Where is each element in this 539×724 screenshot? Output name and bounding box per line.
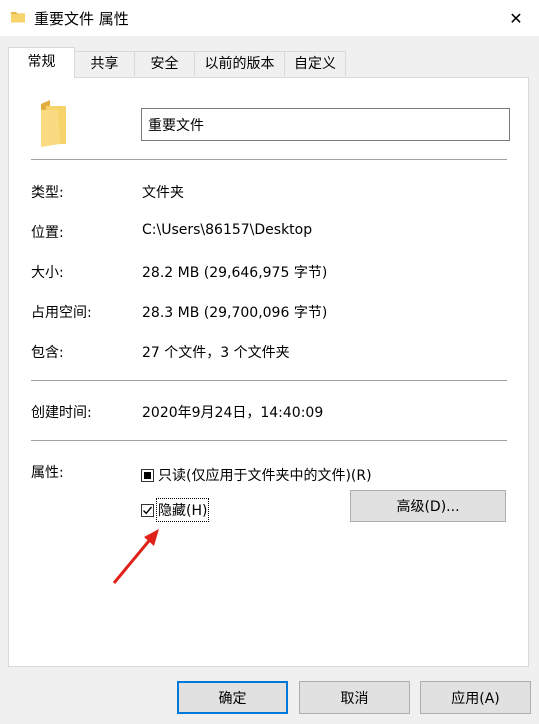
folder-name-input[interactable] [141,108,510,141]
cancel-button[interactable]: 取消 [299,681,410,714]
contains-label: 包含: [31,345,64,361]
readonly-label: 只读(仅应用于文件夹中的文件)(R) [158,468,372,484]
close-button[interactable]: ✕ [493,0,539,36]
divider [31,440,507,441]
checkmark-icon [142,506,153,514]
size-label: 大小: [31,265,64,281]
tab-sharing[interactable]: 共享 [74,51,135,76]
hidden-label: 隐藏(H) [155,498,210,522]
divider [31,380,507,381]
ok-button[interactable]: 确定 [177,681,288,714]
divider [31,159,507,160]
size-value: 28.2 MB (29,646,975 字节) [142,265,328,281]
hidden-checkbox[interactable] [141,503,154,517]
contains-value: 27 个文件，3 个文件夹 [142,345,290,361]
type-value: 文件夹 [142,185,184,201]
size-on-disk-label: 占用空间: [31,305,92,321]
type-label: 类型: [31,185,64,201]
red-arrow-annotation [112,529,159,584]
window-title: 重要文件 属性 [34,10,129,28]
close-icon: ✕ [509,8,523,28]
tab-general[interactable]: 常规 [8,47,75,78]
folder-large-icon [38,100,68,152]
tab-customize[interactable]: 自定义 [284,51,346,76]
location-value: C:\Users\86157\Desktop [142,222,313,238]
location-label: 位置: [31,225,64,241]
size-on-disk-value: 28.3 MB (29,700,096 字节) [142,305,328,321]
advanced-button[interactable]: 高级(D)... [350,490,506,522]
attributes-label: 属性: [31,465,64,481]
general-panel: 类型: 文件夹 位置: C:\Users\86157\Desktop 大小: 2… [8,77,529,667]
created-value: 2020年9月24日，14:40:09 [142,405,324,421]
hidden-checkbox-row[interactable]: 隐藏(H) [141,498,210,522]
tab-security[interactable]: 安全 [134,51,195,76]
title-bar: 重要文件 属性 ✕ [0,0,539,36]
created-label: 创建时间: [31,405,92,421]
folder-icon [10,9,26,29]
tab-previous-versions[interactable]: 以前的版本 [194,51,285,76]
readonly-checkbox[interactable] [141,468,154,482]
readonly-checkbox-row[interactable]: 只读(仅应用于文件夹中的文件)(R) [141,465,372,485]
apply-button[interactable]: 应用(A) [420,681,531,714]
